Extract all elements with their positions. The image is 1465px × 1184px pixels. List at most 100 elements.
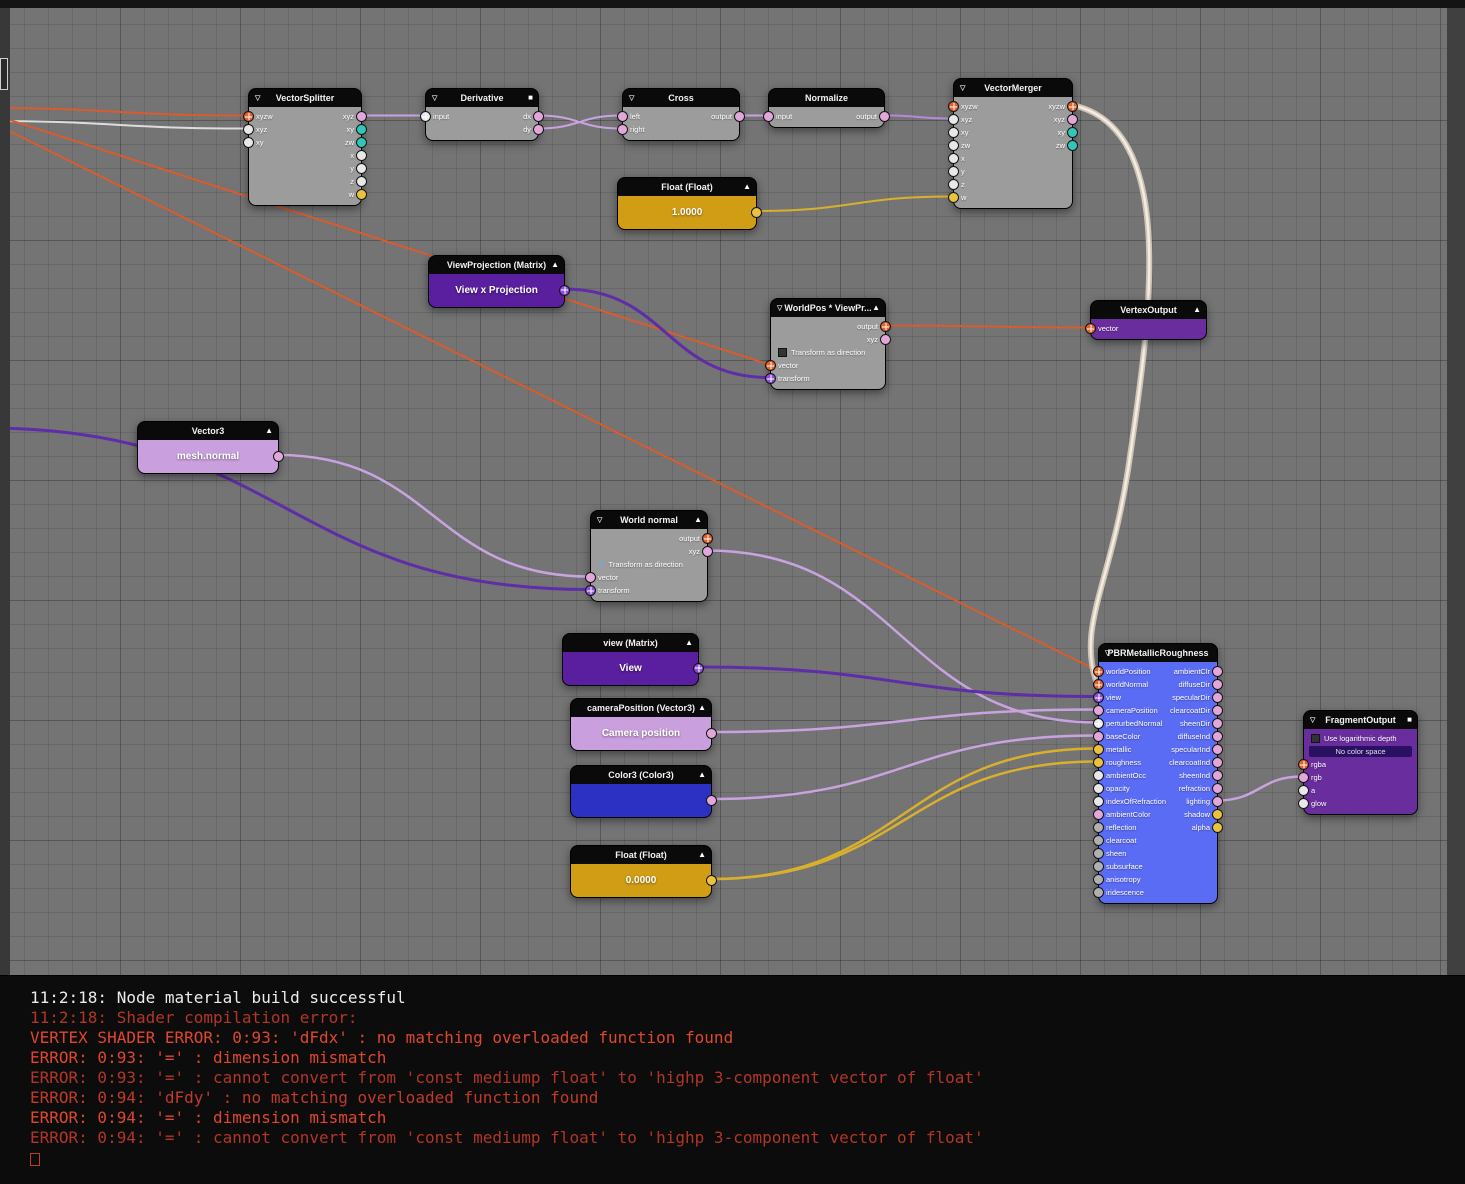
node-header[interactable]: Float (Float) ▲ (618, 178, 756, 196)
output-port-diffuseDir[interactable] (1212, 679, 1223, 690)
input-port-transform[interactable] (585, 585, 596, 596)
input-port-input[interactable] (420, 111, 431, 122)
input-port-xyzw[interactable] (243, 111, 254, 122)
input-port-input[interactable] (763, 111, 774, 122)
output-port-xyzw[interactable] (1067, 101, 1078, 112)
output-port-refraction[interactable] (1212, 783, 1223, 794)
node-vectorSplitter[interactable]: ▽ VectorSplitter xyzw xyz xyz xy xy zw x y z w (243, 88, 367, 206)
node-header[interactable]: ▽ VectorSplitter (249, 89, 361, 107)
output-port-output[interactable] (559, 284, 570, 296)
input-port-worldPosition[interactable] (1093, 666, 1104, 677)
output-port-sheenDir[interactable] (1212, 718, 1223, 729)
output-port-y[interactable] (356, 163, 367, 174)
input-port-ambientColor[interactable] (1093, 809, 1104, 820)
collapse-icon[interactable]: ▽ (1310, 717, 1315, 724)
input-port-roughness[interactable] (1093, 757, 1104, 768)
input-port-subsurface[interactable] (1093, 861, 1104, 872)
node-header[interactable]: ▽ FragmentOutput ■ (1304, 711, 1417, 729)
node-viewMatrix[interactable]: view (Matrix) ▲ View (562, 633, 704, 686)
output-port-output[interactable] (879, 111, 890, 122)
collapse-icon[interactable]: ▽ (629, 95, 634, 102)
collapse-icon[interactable]: ▽ (432, 95, 437, 102)
output-port-output[interactable] (880, 321, 891, 332)
collapse-icon[interactable]: ▽ (255, 95, 260, 102)
output-port-output[interactable] (706, 794, 717, 806)
node-header[interactable]: Vector3 ▲ (138, 422, 278, 440)
input-port-w[interactable] (948, 192, 959, 203)
input-port-clearcoat[interactable] (1093, 835, 1104, 846)
node-viewProjection[interactable]: ViewProjection (Matrix) ▲ View x Projectio… (428, 255, 570, 308)
input-port-cameraPosition[interactable] (1093, 705, 1104, 716)
node-float0[interactable]: Float (Float) ▲ 0.0000 (570, 845, 717, 898)
input-port-indexOfRefraction[interactable] (1093, 796, 1104, 807)
node-color3[interactable]: Color3 (Color3) ▲ (570, 765, 717, 818)
input-port-anisotropy[interactable] (1093, 874, 1104, 885)
output-port-dy[interactable] (533, 124, 544, 135)
output-port-alpha[interactable] (1212, 822, 1223, 833)
output-port-output[interactable] (273, 450, 284, 462)
node-header[interactable]: Normalize (769, 89, 884, 107)
input-port-xy[interactable] (948, 127, 959, 138)
output-port-output[interactable] (702, 533, 713, 544)
node-graph-canvas[interactable]: ▽ VectorSplitter xyzw xyz xyz xy xy zw x y z w ▽ Deri… (0, 0, 1465, 975)
input-port-xyzw[interactable] (948, 101, 959, 112)
input-port-xyz[interactable] (243, 124, 254, 135)
input-port-a[interactable] (1298, 785, 1309, 796)
output-port-z[interactable] (356, 176, 367, 187)
input-port-opacity[interactable] (1093, 783, 1104, 794)
output-port-diffuseInd[interactable] (1212, 731, 1223, 742)
node-vectorMerger[interactable]: ▽ VectorMerger xyzw xyzw xyz xyz xy xy zw zw x y z w (948, 78, 1078, 209)
output-port-output[interactable] (693, 662, 704, 674)
input-port-y[interactable] (948, 166, 959, 177)
collapse-icon[interactable]: ▽ (597, 517, 602, 524)
output-port-output[interactable] (706, 727, 717, 739)
left-edge-widget[interactable] (0, 58, 8, 90)
console-log[interactable]: 11:2:18: Node material build successful 1… (0, 975, 1465, 1184)
collapse-icon[interactable]: ▽ (777, 305, 782, 312)
input-port-metallic[interactable] (1093, 744, 1104, 755)
input-port-baseColor[interactable] (1093, 731, 1104, 742)
node-normalize[interactable]: Normalize input output (763, 88, 890, 128)
input-port-xyz[interactable] (948, 114, 959, 125)
input-port-iridescence[interactable] (1093, 887, 1104, 898)
input-port-right[interactable] (617, 124, 628, 135)
output-port-clearcoatInd[interactable] (1212, 757, 1223, 768)
checkbox-checked-icon[interactable]: ✓ (598, 560, 606, 569)
node-worldNormal[interactable]: ▽ World normal ▲ output xyz ✓ Transform as dir… (585, 510, 713, 602)
output-port-clearcoatDir[interactable] (1212, 705, 1223, 716)
node-header[interactable]: Color3 (Color3) ▲ (571, 766, 711, 784)
input-port-vector[interactable] (585, 572, 596, 583)
input-port-rgb[interactable] (1298, 772, 1309, 783)
output-port-shadow[interactable] (1212, 809, 1223, 820)
input-port-z[interactable] (948, 179, 959, 190)
input-port-perturbedNormal[interactable] (1093, 718, 1104, 729)
input-port-vector[interactable] (1085, 323, 1096, 334)
checkbox[interactable] (778, 348, 787, 357)
input-port-zw[interactable] (948, 140, 959, 151)
input-port-xy[interactable] (243, 137, 254, 148)
node-header[interactable]: ▽ Cross (623, 89, 739, 107)
output-port-xy[interactable] (1067, 127, 1078, 138)
output-port-output[interactable] (706, 874, 717, 886)
node-header[interactable]: Float (Float) ▲ (571, 846, 711, 864)
checkbox[interactable] (1311, 734, 1320, 743)
node-vertexOutput[interactable]: VertexOutput ▲ vector (1085, 300, 1207, 340)
input-port-reflection[interactable] (1093, 822, 1104, 833)
input-port-view[interactable] (1093, 692, 1104, 703)
node-cameraPosition[interactable]: cameraPosition (Vector3) ▲ Camera position (570, 698, 717, 751)
output-port-zw[interactable] (356, 137, 367, 148)
node-fragmentOutput[interactable]: ▽ FragmentOutput ■ Use logarithmic depth No … (1298, 710, 1418, 815)
output-port-xyz[interactable] (356, 111, 367, 122)
output-port-ambientClr[interactable] (1212, 666, 1223, 677)
node-header[interactable]: view (Matrix) ▲ (563, 634, 698, 652)
node-float1[interactable]: Float (Float) ▲ 1.0000 (617, 177, 762, 230)
output-port-specularInd[interactable] (1212, 744, 1223, 755)
output-port-zw[interactable] (1067, 140, 1078, 151)
node-header[interactable]: ▽ VectorMerger (954, 79, 1072, 97)
node-derivative[interactable]: ▽ Derivative ■ input dx dy (420, 88, 544, 141)
output-port-x[interactable] (356, 150, 367, 161)
output-port-xy[interactable] (356, 124, 367, 135)
output-port-output[interactable] (751, 206, 762, 218)
node-header[interactable]: ▽ Derivative ■ (426, 89, 538, 107)
collapse-icon[interactable]: ▽ (1105, 650, 1110, 657)
